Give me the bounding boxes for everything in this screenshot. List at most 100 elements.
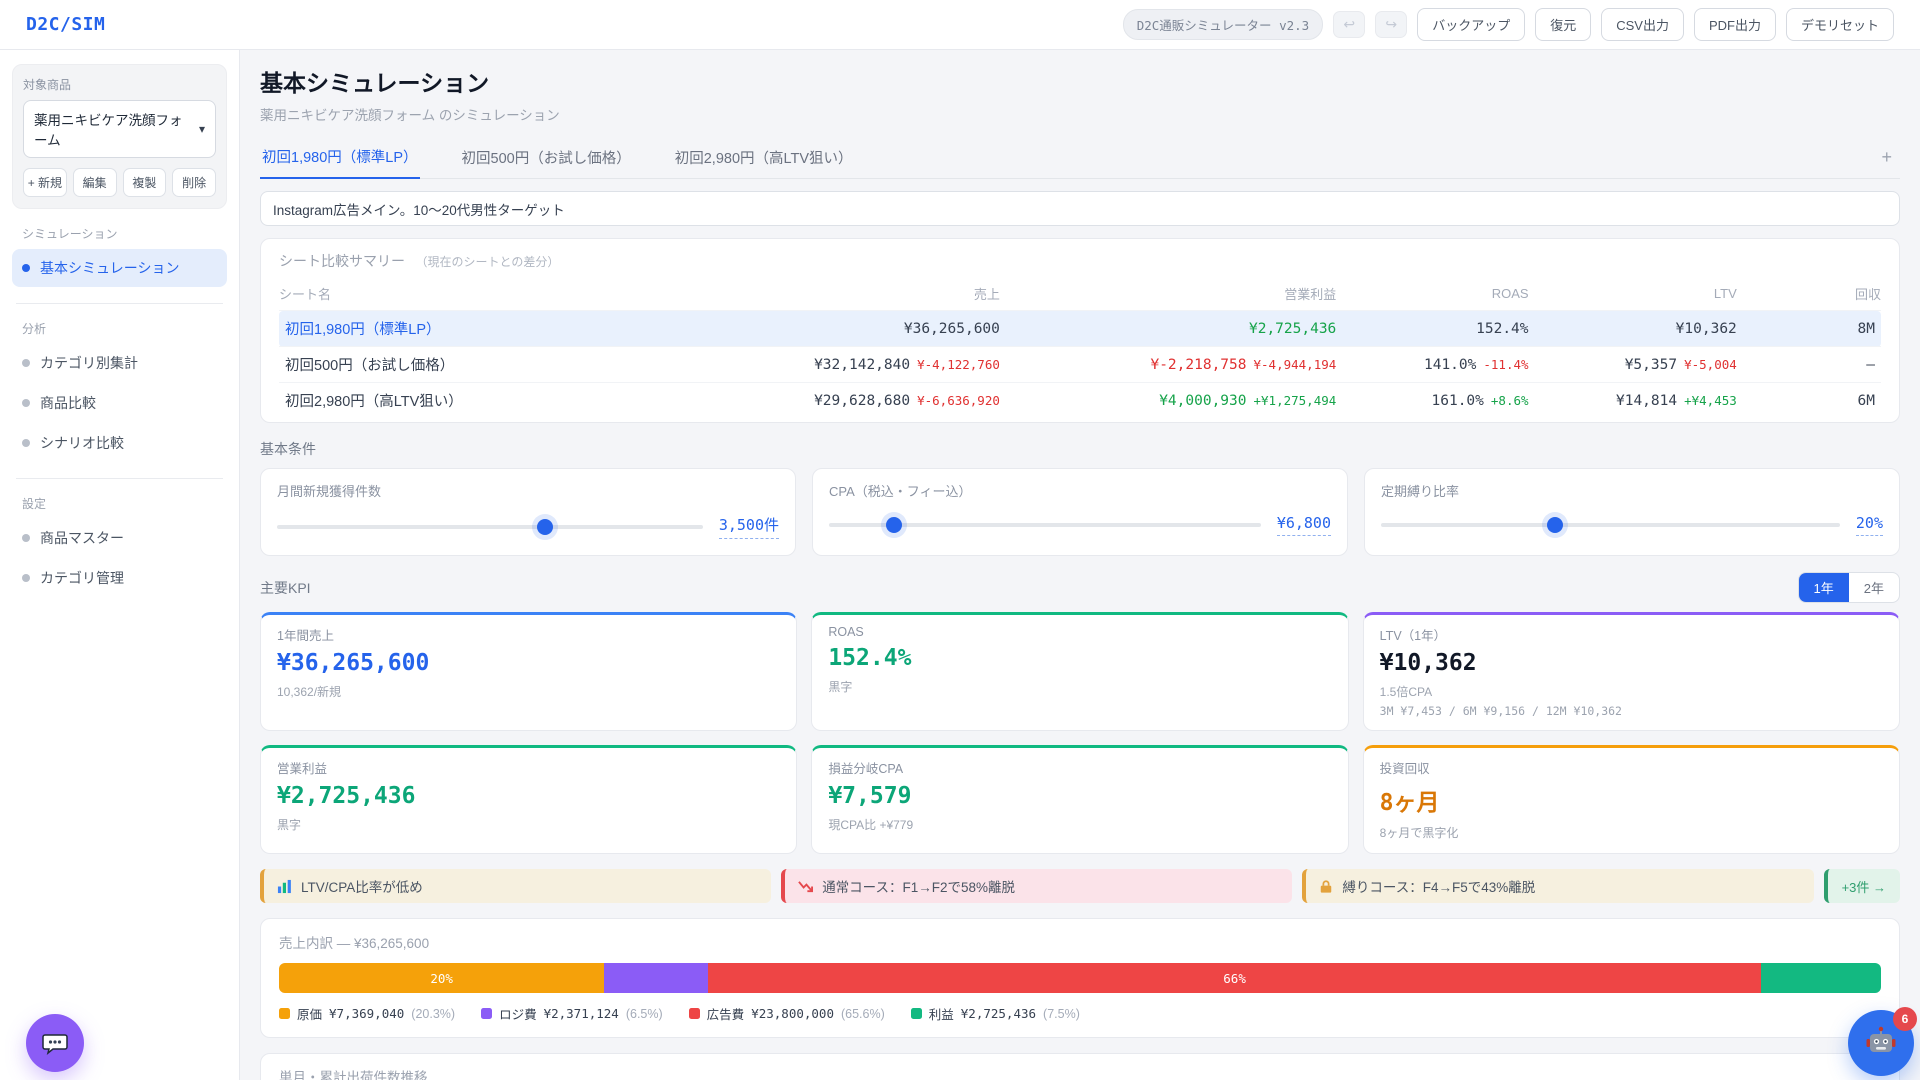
divider: [16, 478, 223, 479]
trend-down-icon: [798, 880, 814, 892]
conditions-label: 基本条件: [260, 441, 316, 457]
assistant-button[interactable]: 6: [1848, 1007, 1917, 1076]
kpi-grid: 1年間売上 ¥36,265,600 10,362/新規 ROAS 152.4% …: [260, 612, 1900, 854]
slider-card-cpa: CPA（税込・フィー込） ¥6,800: [812, 468, 1348, 556]
slider-card-subscription-ratio: 定期縛り比率 20%: [1364, 468, 1900, 556]
bullet-icon: [22, 359, 30, 367]
top-bar: D2C/SIM D2C通販シミュレーター v2.3 ↩ ↪ バックアップ 復元 …: [0, 0, 1920, 50]
chart-title: 単月・累計出荷件数推移: [279, 1070, 428, 1080]
chat-button[interactable]: [26, 1014, 84, 1072]
add-sheet-button[interactable]: +: [1873, 143, 1900, 172]
breakdown-legend: 原価 ¥7,369,040 (20.3%) ロジ費 ¥2,371,124 (6.…: [279, 1004, 1881, 1023]
col-payback: 回収: [1854, 287, 1881, 302]
product-panel-label: 対象商品: [23, 78, 72, 92]
product-panel: 対象商品 薬用ニキビケア洗顔フォーム ▾ + 新規 編集 複製 削除: [12, 64, 227, 209]
table-row[interactable]: 初回500円（お試し価格） ¥32,142,840 ¥-4,122,760 ¥-2…: [279, 346, 1881, 383]
table-row[interactable]: 初回1,980円（標準LP） ¥36,265,600 ¥2,725,436 15…: [279, 310, 1881, 347]
col-roas: ROAS: [1491, 286, 1529, 301]
bullet-icon: [22, 439, 30, 447]
tab-sheet-trial[interactable]: 初回500円（お試し価格）: [460, 138, 633, 178]
demo-reset-button[interactable]: デモリセット: [1785, 8, 1894, 41]
chevron-down-icon: ▾: [198, 122, 205, 136]
csv-export-button[interactable]: CSV出力: [1601, 8, 1684, 41]
bullet-icon: [22, 264, 30, 272]
memo-input[interactable]: [260, 191, 1900, 226]
kpi-card-roas: ROAS 152.4% 黒字: [811, 612, 1349, 731]
sidebar: 対象商品 薬用ニキビケア洗顔フォーム ▾ + 新規 編集 複製 削除 シミュレー…: [0, 50, 240, 1080]
version-badge: D2C通販シミュレーター v2.3: [1122, 9, 1324, 40]
undo-icon[interactable]: ↩: [1333, 11, 1366, 38]
alerts-more-link[interactable]: +3件 →: [1823, 869, 1900, 903]
segment-cogs: 20%: [279, 963, 605, 993]
legend-item: 広告費 ¥23,800,000 (65.6%): [688, 1004, 885, 1023]
divider: [16, 303, 223, 304]
notification-badge: 6: [1893, 1007, 1917, 1031]
legend-item: ロジ費 ¥2,371,124 (6.5%): [481, 1004, 663, 1023]
monthly-acquisitions-slider[interactable]: [277, 518, 703, 535]
kpi-label: 主要KPI: [260, 579, 311, 596]
segment-profit: [1760, 963, 1881, 993]
subscription-ratio-slider[interactable]: [1381, 517, 1840, 533]
sidebar-item-product-master[interactable]: 商品マスター: [12, 519, 227, 557]
segment-ads: 66%: [708, 963, 1761, 993]
robot-icon: [1866, 1026, 1896, 1052]
segment-logistics: [604, 963, 709, 993]
kpi-card-ltv: LTV（1年） ¥10,362 1.5倍CPA 3M ¥7,453 / 6M ¥…: [1362, 612, 1900, 731]
bar-chart-icon: [277, 879, 291, 893]
swatch-icon: [481, 1008, 493, 1019]
product-new-button[interactable]: + 新規: [23, 168, 67, 197]
product-edit-button[interactable]: 編集: [72, 168, 117, 197]
redo-icon[interactable]: ↪: [1375, 11, 1408, 38]
sheet-comparison-table: シート名 売上 営業利益 ROAS LTV 回収 初回1,980円（標準LP） …: [279, 275, 1881, 418]
page-title: 基本シミュレーション: [260, 70, 490, 96]
summary-note: （現在のシートとの差分）: [415, 255, 560, 269]
lock-icon: [1321, 879, 1332, 893]
restore-button[interactable]: 復元: [1535, 8, 1592, 41]
slider-thumb[interactable]: [1547, 517, 1564, 533]
sheet-comparison-card: シート比較サマリー （現在のシートとの差分） シート名 売上 営業利益 ROAS…: [260, 238, 1900, 423]
sidebar-item-scenario-compare[interactable]: シナリオ比較: [12, 424, 227, 462]
alerts-row: LTV/CPA比率が低め 通常コース：F1→F2で58%離脱 縛りコース：F4→…: [260, 869, 1900, 903]
swatch-icon: [688, 1008, 700, 1019]
product-delete-button[interactable]: 削除: [172, 168, 216, 197]
tab-sheet-standard[interactable]: 初回1,980円（標準LP）: [260, 137, 420, 179]
col-ltv: LTV: [1713, 286, 1737, 301]
slider-card-monthly-acquisitions: 月間新規獲得件数 3,500件: [260, 468, 796, 556]
backup-button[interactable]: バックアップ: [1417, 8, 1526, 41]
swatch-icon: [279, 1008, 290, 1019]
alert-subscription-course-dropoff: 縛りコース：F4→F5で43%離脱: [1302, 869, 1814, 903]
main-content: 基本シミュレーション 薬用ニキビケア洗顔フォーム のシミュレーション 初回1,9…: [240, 50, 1920, 1080]
breakdown-title: 売上内訳 — ¥36,265,600: [279, 936, 430, 951]
sidebar-item-category-summary[interactable]: カテゴリ別集計: [12, 344, 227, 382]
toggle-1year[interactable]: 1年: [1798, 573, 1849, 602]
alert-ltv-cpa: LTV/CPA比率が低め: [260, 869, 772, 903]
sidebar-item-basic-simulation[interactable]: 基本シミュレーション: [12, 249, 227, 287]
product-duplicate-button[interactable]: 複製: [122, 168, 167, 197]
sidebar-item-product-compare[interactable]: 商品比較: [12, 384, 227, 422]
section-label-simulation: シミュレーション: [22, 227, 118, 241]
cpa-value[interactable]: ¥6,800: [1276, 514, 1331, 536]
pdf-export-button[interactable]: PDF出力: [1693, 8, 1776, 41]
revenue-breakdown-card: 売上内訳 — ¥36,265,600 20% 66% 原価 ¥7,369,040…: [260, 918, 1900, 1038]
product-select[interactable]: 薬用ニキビケア洗顔フォーム ▾: [23, 100, 216, 158]
cpa-slider[interactable]: [829, 517, 1261, 533]
alert-normal-course-dropoff: 通常コース：F1→F2で58%離脱: [781, 869, 1293, 903]
subscription-ratio-value[interactable]: 20%: [1855, 514, 1883, 536]
tab-sheet-highltv[interactable]: 初回2,980円（高LTV狙い）: [673, 138, 855, 178]
sheet-tabs: 初回1,980円（標準LP） 初回500円（お試し価格） 初回2,980円（高L…: [260, 137, 1900, 179]
kpi-card-breakeven-cpa: 損益分岐CPA ¥7,579 現CPA比 +¥779: [811, 745, 1349, 854]
toggle-2year[interactable]: 2年: [1849, 573, 1899, 602]
swatch-icon: [910, 1008, 922, 1019]
app-logo: D2C/SIM: [26, 14, 106, 35]
slider-thumb[interactable]: [537, 518, 554, 535]
bullet-icon: [22, 534, 30, 542]
monthly-acquisitions-value[interactable]: 3,500件: [718, 514, 779, 539]
bullet-icon: [22, 399, 30, 407]
slider-thumb[interactable]: [885, 517, 902, 533]
sidebar-item-category-manage[interactable]: カテゴリ管理: [12, 559, 227, 597]
bullet-icon: [22, 574, 30, 582]
section-label-analysis: 分析: [22, 322, 47, 336]
col-sheet-name: シート名: [279, 287, 332, 302]
table-row[interactable]: 初回2,980円（高LTV狙い） ¥29,628,680 ¥-6,636,920 …: [279, 382, 1881, 418]
legend-item: 利益 ¥2,725,436 (7.5%): [910, 1004, 1080, 1023]
